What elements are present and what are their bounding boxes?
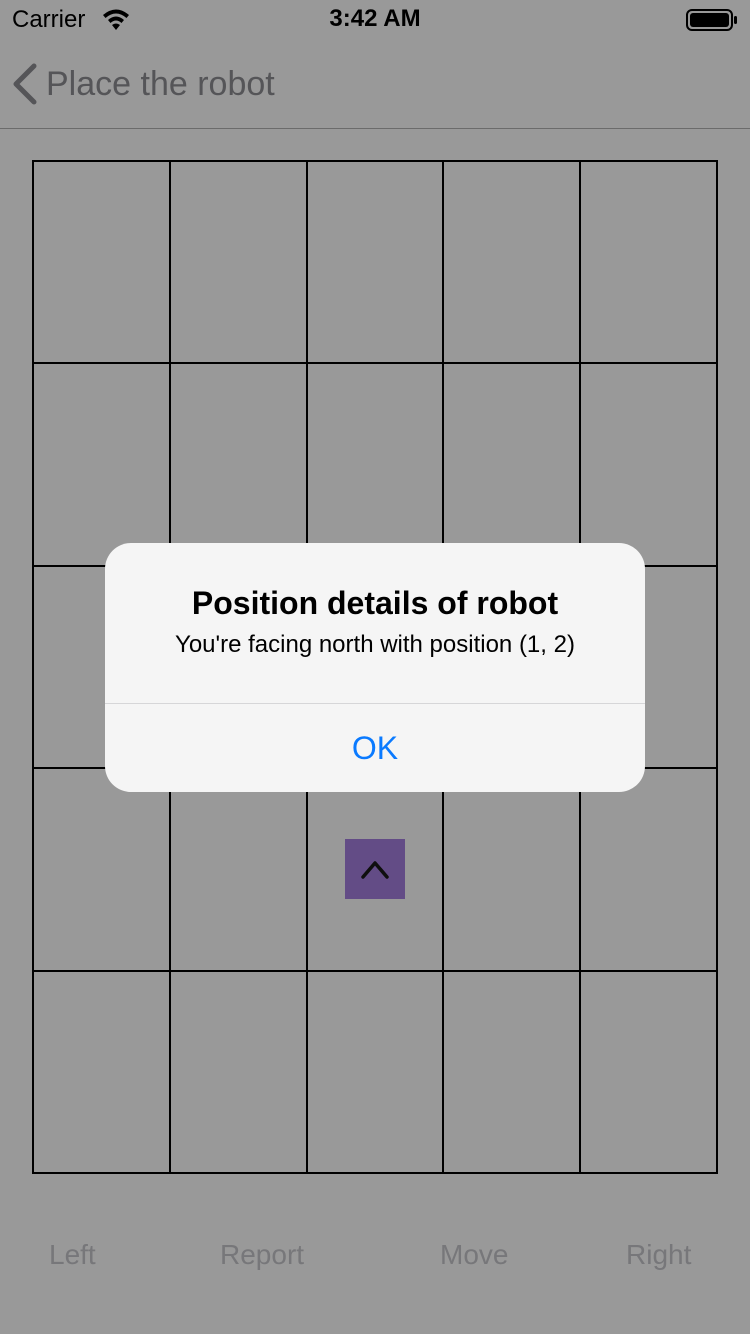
alert-message: You're facing north with position (1, 2) — [175, 631, 575, 658]
alert-title: Position details of robot — [191, 585, 559, 621]
alert-dialog: Position details of robot You're facing … — [105, 543, 645, 792]
ok-button[interactable]: OK — [105, 704, 645, 792]
